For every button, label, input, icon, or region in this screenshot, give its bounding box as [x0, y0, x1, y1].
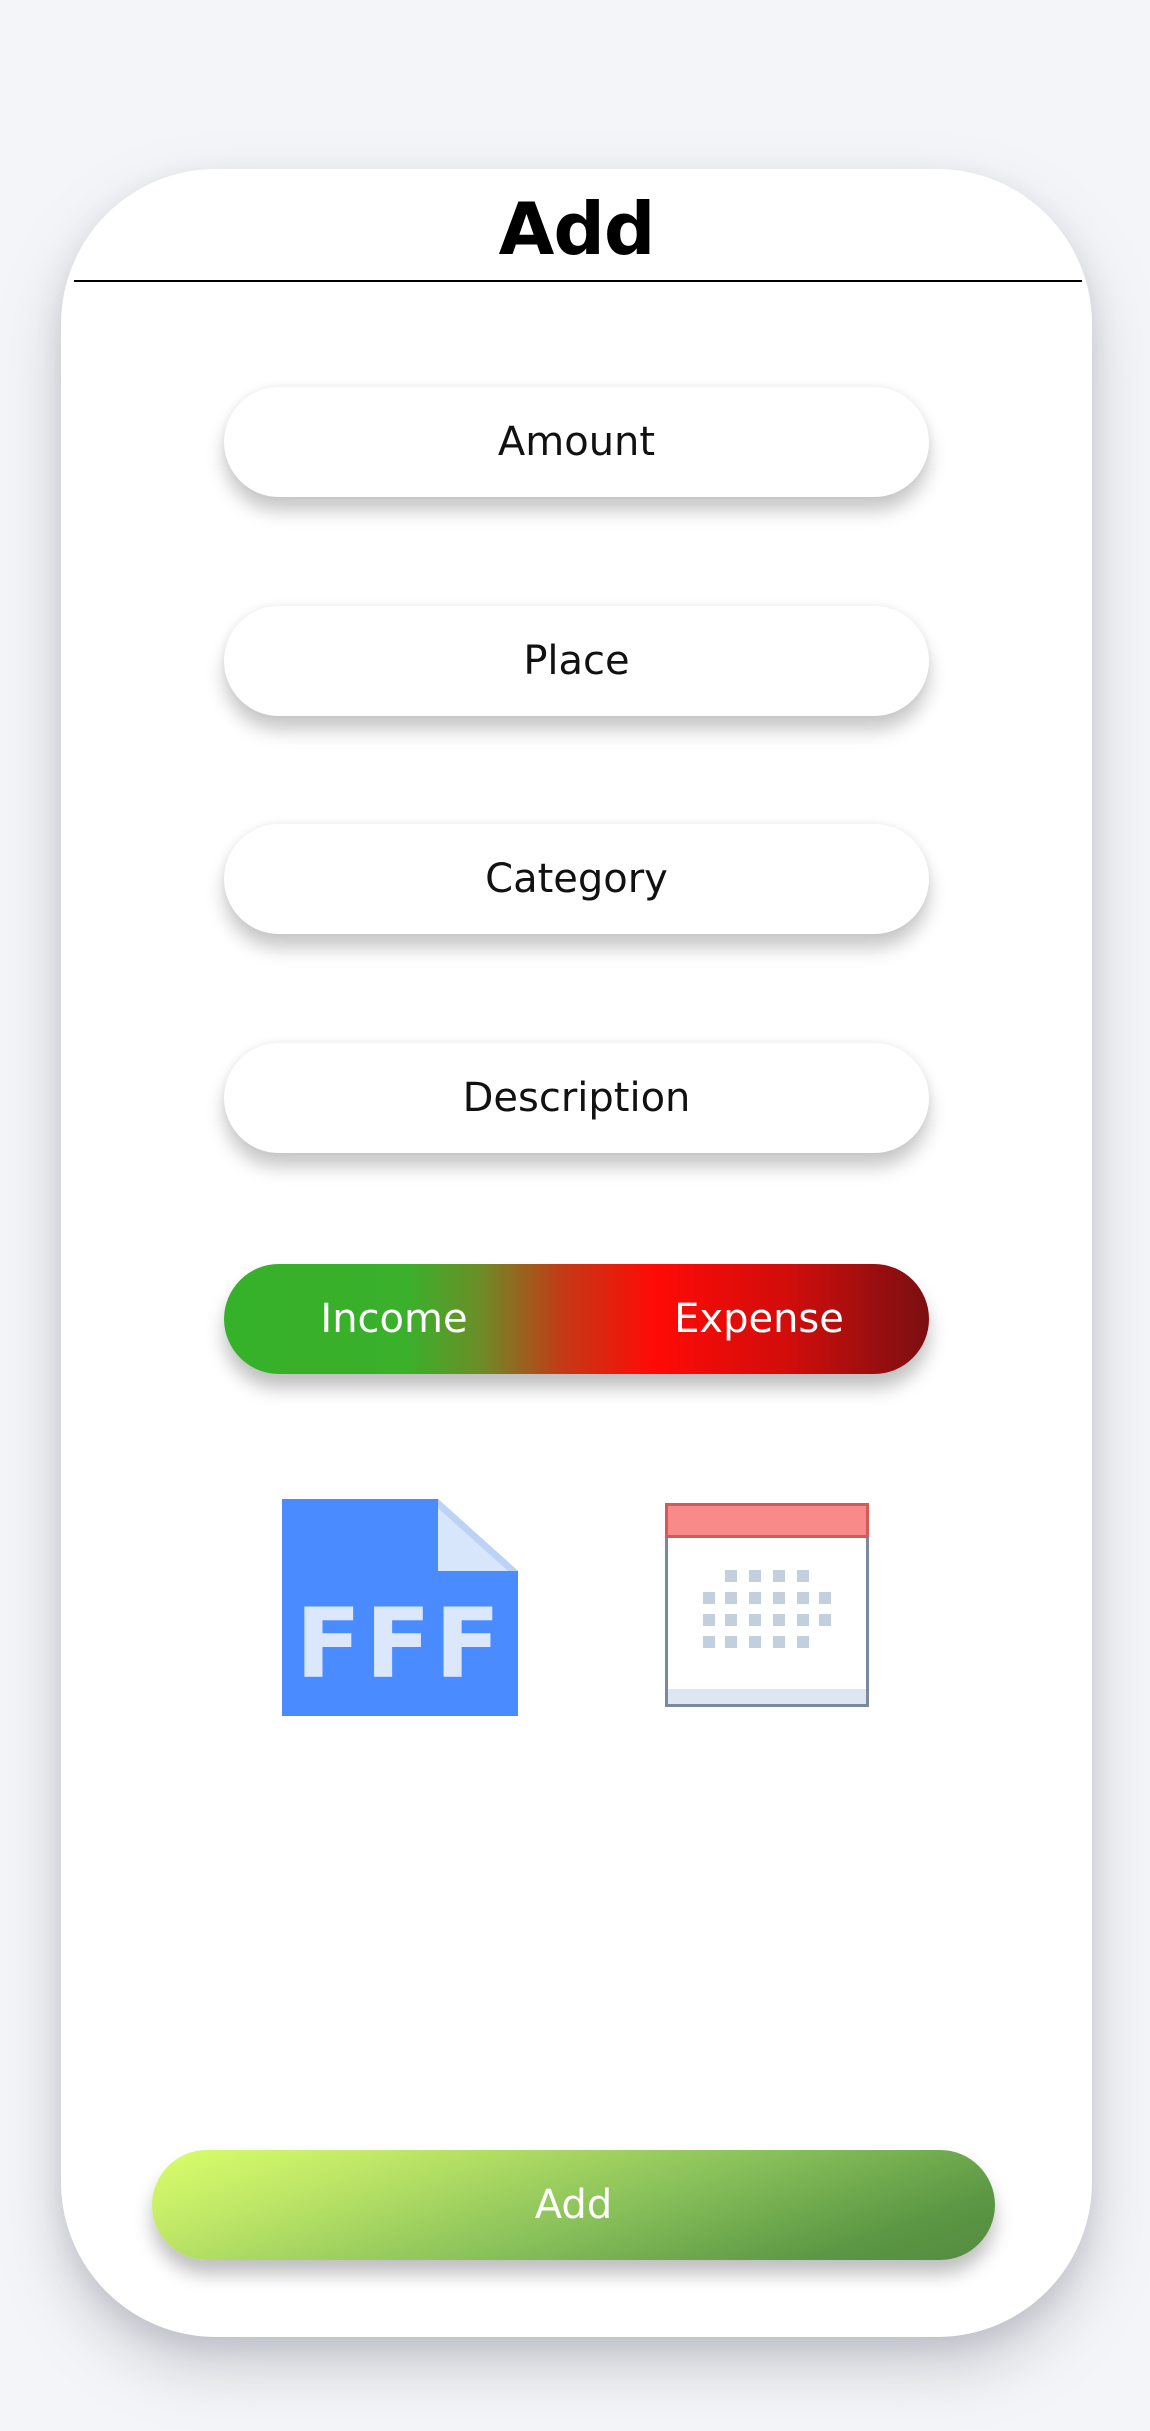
expense-option[interactable]: Expense [649, 1264, 869, 1374]
phone-frame: Add Income Expense FFF [61, 169, 1092, 2337]
title-divider [74, 280, 1082, 282]
description-input[interactable] [224, 1043, 929, 1153]
place-input[interactable] [224, 606, 929, 716]
page-title: Add [498, 187, 656, 271]
calendar-icon[interactable] [665, 1503, 869, 1707]
income-expense-toggle[interactable]: Income Expense [224, 1264, 929, 1374]
add-button[interactable]: Add [152, 2150, 995, 2260]
file-icon-label: FFF [296, 1588, 505, 1700]
income-option[interactable]: Income [284, 1264, 504, 1374]
category-input[interactable] [224, 824, 929, 934]
amount-input[interactable] [224, 387, 929, 497]
file-icon[interactable]: FFF [282, 1499, 518, 1716]
